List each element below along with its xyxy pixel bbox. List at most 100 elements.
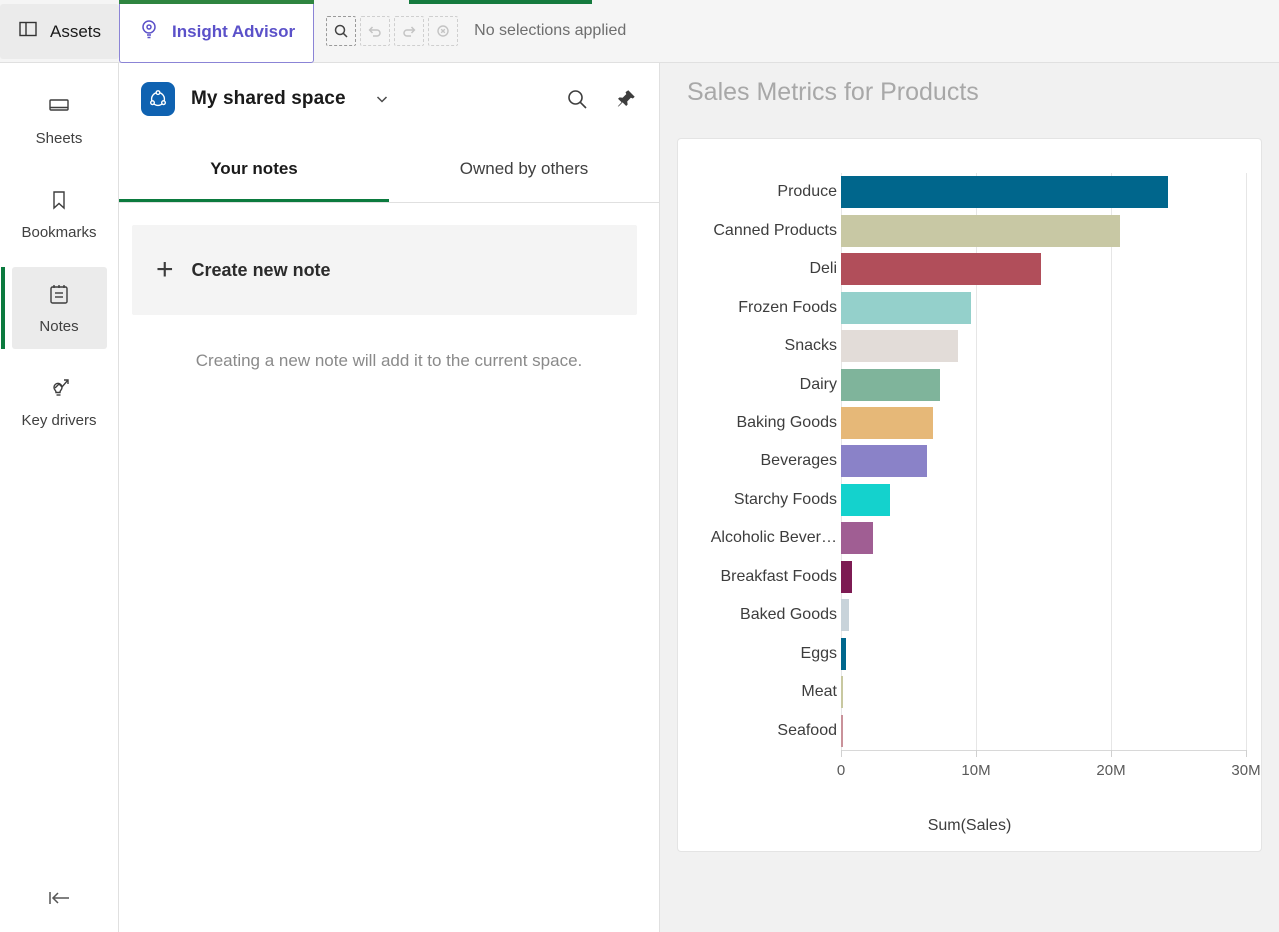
sidebar-item-label: Sheets <box>35 129 83 147</box>
bar-row: Baking Goods <box>736 404 933 442</box>
create-new-note-button[interactable]: + Create new note <box>132 225 637 315</box>
chart-card[interactable]: Produce Canned Products Deli Frozen Foods Sn… <box>677 138 1262 852</box>
create-note-label: Create new note <box>191 259 331 280</box>
selection-status-text: No selections applied <box>474 22 627 39</box>
bar-category-label: Starchy Foods <box>733 490 837 508</box>
x-axis-tick-label: 20M <box>1096 762 1126 779</box>
top-toolbar: Assets Insight Advisor No selections app… <box>0 0 1279 63</box>
bar[interactable] <box>841 560 852 593</box>
x-axis-tick-label: 30M <box>1231 762 1261 779</box>
undo-icon[interactable] <box>360 16 391 46</box>
bar-row: Alcoholic Bever… <box>711 519 874 557</box>
space-header: My shared space <box>119 63 659 135</box>
clear-selections-icon[interactable] <box>428 16 459 46</box>
bar-category-label: Produce <box>777 183 837 201</box>
bar-row: Breakfast Foods <box>721 558 852 596</box>
bookmark-icon <box>47 188 71 216</box>
bar-row: Produce <box>777 173 1168 211</box>
bar-chart-plot: Produce Canned Products Deli Frozen Foods Sn… <box>711 173 1247 750</box>
bar[interactable] <box>841 637 846 670</box>
bar-category-label: Alcoholic Bever… <box>710 529 837 547</box>
bar-row: Canned Products <box>713 211 1121 249</box>
insight-advisor-tab[interactable]: Insight Advisor <box>119 0 315 63</box>
active-sheet-indicator <box>409 0 592 4</box>
page-title: Sales Metrics for Products <box>687 78 979 106</box>
x-axis-tick <box>1111 750 1112 757</box>
bar-category-label: Frozen Foods <box>738 298 837 316</box>
x-axis-tick <box>1246 750 1247 757</box>
gridline <box>1111 173 1112 750</box>
sidebar-item-label: Notes <box>39 317 79 335</box>
x-axis-tick-label: 10M <box>961 762 991 779</box>
bar-category-label: Deli <box>809 260 837 278</box>
bar-row: Frozen Foods <box>738 288 971 326</box>
bar-category-label: Baking Goods <box>736 414 837 432</box>
sidebar-item-key-drivers[interactable]: Key drivers <box>12 361 107 443</box>
bar[interactable] <box>841 330 959 363</box>
plus-icon: + <box>156 253 174 286</box>
lightbulb-search-icon <box>138 18 160 45</box>
bar-category-label: Snacks <box>784 337 837 355</box>
bar[interactable] <box>841 714 843 747</box>
space-name: My shared space <box>191 88 346 109</box>
bar[interactable] <box>841 676 844 709</box>
notes-empty-hint: Creating a new note will add it to the c… <box>195 351 583 370</box>
sidebar-item-label: Key drivers <box>21 411 97 429</box>
bar-category-label: Beverages <box>760 452 838 470</box>
x-axis-title: Sum(Sales) <box>927 817 1012 834</box>
bar[interactable] <box>841 483 890 516</box>
tab-owned-by-others[interactable]: Owned by others <box>389 135 659 203</box>
panel-icon <box>18 19 38 44</box>
bar-category-label: Eggs <box>800 644 837 662</box>
sidebar-item-notes[interactable]: Notes <box>0 267 107 349</box>
assets-label: Assets <box>50 21 102 41</box>
selection-toolbar <box>326 0 459 62</box>
insight-advisor-label: Insight Advisor <box>172 21 296 41</box>
bar-row: Meat <box>801 673 844 711</box>
assets-button[interactable]: Assets <box>0 4 120 59</box>
sidebar-item-bookmarks[interactable]: Bookmarks <box>12 173 107 255</box>
bar[interactable] <box>841 176 1168 209</box>
bar-row: Deli <box>809 250 1041 288</box>
key-drivers-icon <box>47 376 71 404</box>
bar[interactable] <box>841 407 933 440</box>
redo-icon[interactable] <box>394 16 425 46</box>
tab-your-notes[interactable]: Your notes <box>119 135 389 203</box>
bar-row: Baked Goods <box>740 596 850 634</box>
bar-row: Starchy Foods <box>734 481 890 519</box>
bar-row: Seafood <box>777 712 843 750</box>
bar-category-label: Dairy <box>799 375 837 393</box>
bar[interactable] <box>841 522 874 555</box>
chart-panel: Sales Metrics for Products Produce Canned… <box>660 63 1279 932</box>
bar[interactable] <box>841 291 971 324</box>
notes-tabs: Your notes Owned by others <box>119 135 659 203</box>
collapse-left-icon[interactable] <box>0 878 119 918</box>
sidebar-item-sheets[interactable]: Sheets <box>12 79 107 161</box>
bar-category-label: Baked Goods <box>740 606 837 624</box>
search-icon[interactable] <box>565 87 589 111</box>
notes-icon <box>47 282 71 310</box>
gridline <box>1246 173 1247 750</box>
bar-row: Beverages <box>761 442 928 480</box>
bar[interactable] <box>841 253 1041 286</box>
bar-row: Snacks <box>785 327 959 365</box>
bar[interactable] <box>841 445 928 478</box>
sheets-icon <box>47 94 71 122</box>
bar[interactable] <box>841 368 940 401</box>
bar-category-label: Meat <box>801 683 837 701</box>
bar[interactable] <box>841 214 1121 247</box>
x-axis-tick <box>841 750 842 757</box>
selection-search-icon[interactable] <box>326 16 357 46</box>
notes-panel: My shared space Your notes Owned by othe… <box>119 63 660 932</box>
bar-row: Dairy <box>800 365 940 403</box>
shared-space-icon <box>141 82 175 116</box>
x-axis-tick-label: 0 <box>836 762 846 779</box>
bar-category-label: Canned Products <box>713 221 837 239</box>
tab-label: Your notes <box>210 159 298 178</box>
sidebar-item-label: Bookmarks <box>21 223 97 241</box>
bar-category-label: Seafood <box>777 721 837 739</box>
chevron-down-icon[interactable] <box>374 91 390 107</box>
pin-icon[interactable] <box>615 88 637 110</box>
bar[interactable] <box>841 599 850 632</box>
left-rail: Sheets Bookmarks Notes Key drivers <box>0 63 119 932</box>
